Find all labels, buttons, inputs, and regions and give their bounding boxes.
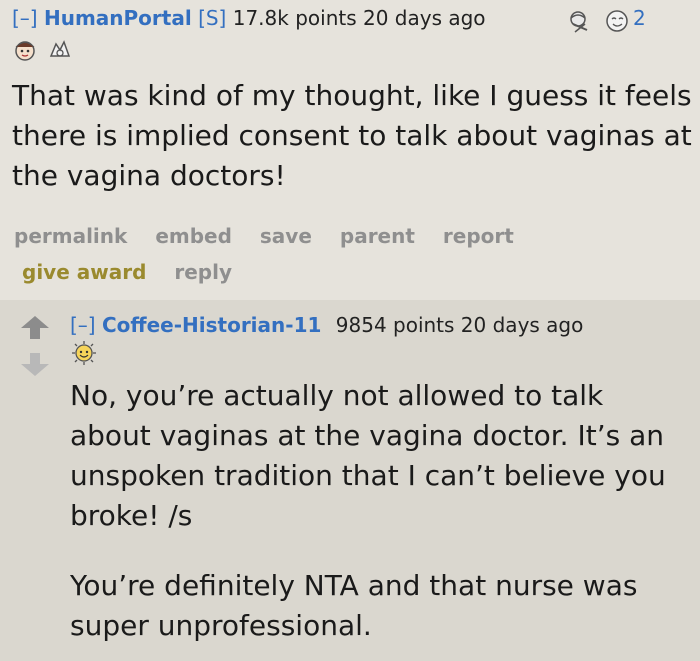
- collapse-toggle[interactable]: [–]: [12, 6, 38, 30]
- award-hands-icon[interactable]: [46, 36, 74, 62]
- reply-comment-tagline: [–] Coffee-Historian-11 9854 points 20 d…: [70, 313, 583, 337]
- author-link[interactable]: HumanPortal: [44, 6, 192, 30]
- award-crying-face-icon[interactable]: [604, 9, 632, 33]
- reply-comment: [–] Coffee-Historian-11 9854 points 20 d…: [0, 300, 700, 661]
- score-and-time: 17.8k points 20 days ago: [232, 6, 486, 30]
- parent-button[interactable]: parent: [340, 224, 415, 248]
- parent-comment-buttons: permalink embed save parent report: [14, 224, 535, 248]
- give-award-button[interactable]: give award: [22, 260, 146, 284]
- parent-comment: [–] HumanPortal [S] 17.8k points 20 days…: [0, 0, 700, 300]
- award-face-icon[interactable]: [12, 38, 38, 62]
- award-sun-icon[interactable]: [70, 340, 98, 366]
- parent-comment-tagline: [–] HumanPortal [S] 17.8k points 20 days…: [12, 6, 486, 30]
- upvote-arrow-icon[interactable]: [19, 314, 51, 340]
- save-button[interactable]: save: [260, 224, 312, 248]
- downvote-arrow-icon[interactable]: [19, 352, 51, 378]
- collapse-toggle[interactable]: [–]: [70, 313, 96, 337]
- reply-button[interactable]: reply: [174, 260, 232, 284]
- score-and-time: 9854 points 20 days ago: [335, 313, 584, 337]
- parent-comment-body: That was kind of my thought, like I gues…: [12, 79, 692, 192]
- report-button[interactable]: report: [443, 224, 514, 248]
- embed-button[interactable]: embed: [155, 224, 232, 248]
- reply-comment-paragraph-2: You’re definitely NTA and that nurse was…: [70, 569, 638, 642]
- reply-comment-paragraph-1: No, you’re actually not allowed to talk …: [70, 379, 666, 532]
- permalink-button[interactable]: permalink: [14, 224, 127, 248]
- parent-comment-buttons-row2: give award reply: [22, 260, 253, 284]
- award-count: 2: [633, 6, 646, 30]
- author-link[interactable]: Coffee-Historian-11: [102, 313, 321, 337]
- submitter-tag[interactable]: [S]: [198, 6, 226, 30]
- award-ice-icon[interactable]: [565, 8, 595, 34]
